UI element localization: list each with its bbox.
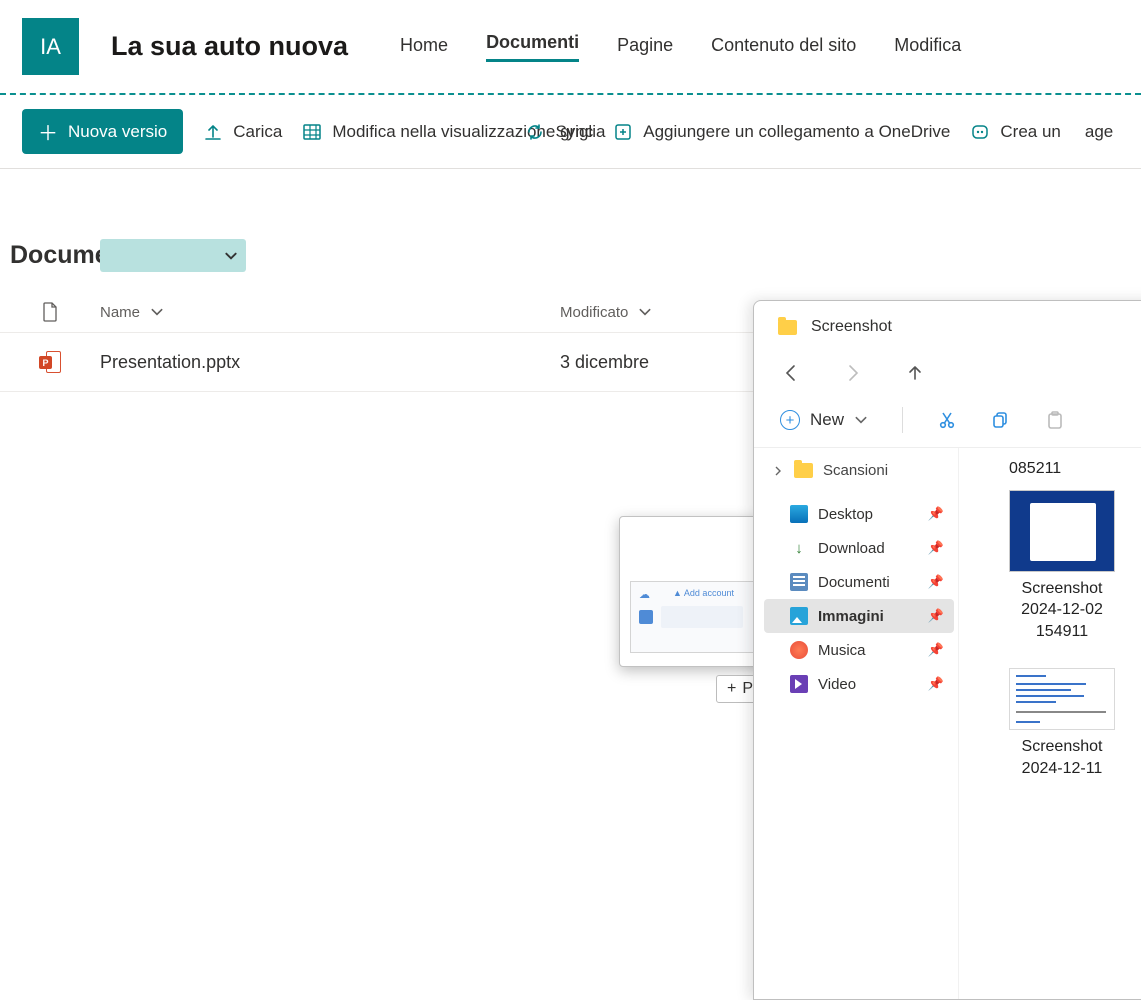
tree-item-label: Download bbox=[818, 540, 885, 557]
nav-documents[interactable]: Documenti bbox=[486, 32, 579, 62]
folder-icon bbox=[778, 320, 797, 335]
file-modified: 3 dicembre bbox=[560, 352, 740, 373]
pin-icon: 📌 bbox=[928, 506, 944, 522]
new-button-label: Nuova versio bbox=[68, 122, 167, 142]
upload-button[interactable]: Carica bbox=[203, 122, 282, 142]
explorer-tree: Scansioni Desktop 📌 ↓ Download 📌 Document… bbox=[754, 448, 959, 999]
site-logo[interactable]: IA bbox=[22, 18, 79, 75]
create-agent-label: Crea un bbox=[1000, 122, 1060, 142]
chevron-right-icon bbox=[772, 465, 784, 477]
sync-label: Sync bbox=[555, 122, 593, 142]
library-heading[interactable]: Documenti 00B B bbox=[8, 239, 1141, 272]
forward-button[interactable] bbox=[842, 363, 864, 383]
pin-icon: 📌 bbox=[928, 574, 944, 590]
tree-item-label: Immagini bbox=[818, 608, 884, 625]
add-onedrive-button[interactable]: Aggiungere un collegamento a OneDrive bbox=[613, 122, 950, 142]
add-onedrive-label: Aggiungere un collegamento a OneDrive bbox=[643, 122, 950, 142]
tree-item-label: Documenti bbox=[818, 574, 890, 591]
screenshot-thumbnail-icon bbox=[1009, 668, 1115, 730]
col-modified-label: Modificato bbox=[560, 304, 628, 321]
desktop-icon bbox=[790, 505, 808, 523]
chevron-down-icon bbox=[854, 413, 868, 427]
pin-icon: 📌 bbox=[928, 642, 944, 658]
col-name[interactable]: Name bbox=[100, 304, 560, 321]
thumb-caption: Screenshot 2024-12-02 154911 bbox=[1009, 578, 1115, 643]
col-type-icon[interactable] bbox=[0, 302, 100, 322]
tree-item-label: Scansioni bbox=[823, 462, 888, 479]
thumb-caption: 085211 bbox=[1009, 458, 1061, 480]
file-name[interactable]: Presentation.pptx bbox=[100, 352, 560, 373]
back-button[interactable] bbox=[780, 363, 802, 383]
tree-item-label: Musica bbox=[818, 642, 866, 659]
plus-circle-icon: + bbox=[780, 410, 800, 430]
new-button[interactable]: ＋ Nuova versio bbox=[22, 109, 183, 154]
drag-add-account: ▲ Add account bbox=[673, 588, 734, 598]
file-thumbnail[interactable]: Screenshot 2024-12-02 154911 bbox=[1009, 490, 1115, 643]
nav-edit[interactable]: Modifica bbox=[894, 35, 961, 62]
file-explorer-window[interactable]: Screenshot ✕ + New bbox=[753, 300, 1141, 1000]
agent-icon bbox=[970, 122, 990, 142]
explorer-new-label: New bbox=[810, 410, 844, 430]
nav-site-contents[interactable]: Contenuto del sito bbox=[711, 35, 856, 62]
create-agent-tail: age bbox=[1085, 122, 1113, 142]
quick-desktop[interactable]: Desktop 📌 bbox=[764, 497, 954, 531]
explorer-file-pane[interactable]: 085211 Screenshot 2024-12-02 154911 bbox=[959, 448, 1141, 999]
pin-icon: 📌 bbox=[928, 608, 944, 624]
folder-icon bbox=[794, 463, 813, 478]
nav-pages[interactable]: Pagine bbox=[617, 35, 673, 62]
grid-icon bbox=[302, 122, 322, 142]
tree-item-label: Desktop bbox=[818, 506, 873, 523]
upload-label: Carica bbox=[233, 122, 282, 142]
command-bar: ＋ Nuova versio Carica Modifica nella vis… bbox=[0, 95, 1141, 169]
screenshot-thumbnail-icon bbox=[1009, 490, 1115, 572]
col-name-label: Name bbox=[100, 304, 140, 321]
file-thumbnail[interactable]: Screenshot 2024-12-11 bbox=[1009, 652, 1115, 779]
chevron-down-icon bbox=[224, 249, 238, 263]
site-title: La sua auto nuova bbox=[111, 31, 348, 62]
col-modified[interactable]: Modificato bbox=[560, 304, 740, 321]
thumb-caption: Screenshot 2024-12-11 bbox=[1009, 736, 1115, 779]
quick-music[interactable]: Musica 📌 bbox=[764, 633, 954, 667]
upload-icon bbox=[203, 122, 223, 142]
plus-icon: ＋ bbox=[38, 117, 58, 146]
powerpoint-icon: P bbox=[39, 351, 61, 373]
sync-icon bbox=[525, 122, 545, 142]
sync-button[interactable]: Sync bbox=[525, 122, 593, 142]
cut-icon[interactable] bbox=[937, 410, 957, 430]
paste-icon[interactable] bbox=[1045, 410, 1065, 430]
copy-icon[interactable] bbox=[991, 410, 1011, 430]
create-agent-button[interactable]: Crea un age bbox=[970, 122, 1113, 142]
plus-icon: + bbox=[727, 680, 736, 698]
documents-icon bbox=[790, 573, 808, 591]
tree-item-scansioni[interactable]: Scansioni bbox=[764, 456, 954, 497]
pin-icon: 📌 bbox=[928, 540, 944, 556]
nav-home[interactable]: Home bbox=[400, 35, 448, 62]
quick-documents[interactable]: Documenti 📌 bbox=[764, 565, 954, 599]
quick-download[interactable]: ↓ Download 📌 bbox=[764, 531, 954, 565]
chevron-down-icon bbox=[150, 305, 164, 319]
separator bbox=[902, 407, 903, 433]
top-nav: Home Documenti Pagine Contenuto del sito… bbox=[400, 32, 961, 62]
onedrive-icon bbox=[613, 122, 633, 142]
up-button[interactable] bbox=[904, 363, 926, 383]
music-icon bbox=[790, 641, 808, 659]
tree-item-label: Video bbox=[818, 676, 856, 693]
drag-preview: ☁ ▲ Add account bbox=[619, 516, 772, 667]
pin-icon: 📌 bbox=[928, 676, 944, 692]
images-icon bbox=[790, 607, 808, 625]
cloud-icon: ☁ bbox=[639, 588, 650, 601]
download-icon: ↓ bbox=[790, 539, 808, 557]
quick-video[interactable]: Video 📌 bbox=[764, 667, 954, 701]
video-icon bbox=[790, 675, 808, 693]
quick-images[interactable]: Immagini 📌 bbox=[764, 599, 954, 633]
chevron-down-icon bbox=[638, 305, 652, 319]
explorer-new-button[interactable]: + New bbox=[780, 410, 868, 430]
explorer-title: Screenshot bbox=[811, 318, 892, 336]
